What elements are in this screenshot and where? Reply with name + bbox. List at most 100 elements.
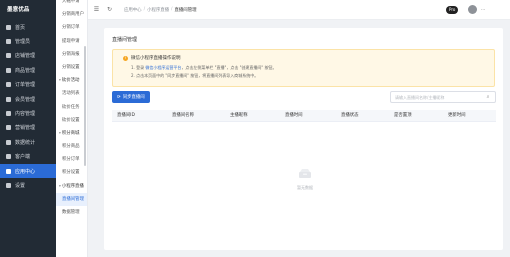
nav-item[interactable]: 商品管理 <box>0 63 56 77</box>
member-icon <box>6 96 11 102</box>
page-title: 直播间管理 <box>112 37 138 43</box>
breadcrumb-separator: / <box>143 7 146 12</box>
empty-text: 暂无数据 <box>297 185 313 190</box>
nav-item[interactable]: 应用中心 <box>0 163 56 179</box>
submenu-group[interactable]: ▾积分商城 <box>56 127 87 140</box>
notice-line-1: 1. 登录 微信小程序运营平台，点击左侧菜单栏 "直播"，点击 "创建直播间" … <box>131 65 277 70</box>
submenu: 大転申请 分销商用户 分销订单 提现申请 分销海报 分销设置 ▾砍价活动 活动列表 砍价任务 砍价… <box>56 0 88 257</box>
nav-item-label: 商品管理 <box>15 67 36 74</box>
nav-item-label: 首页 <box>15 24 26 31</box>
submenu-group[interactable]: ▾砍价活动 <box>56 74 87 87</box>
username[interactable]: ... <box>481 6 485 14</box>
user-icon <box>6 39 11 45</box>
avatar[interactable] <box>468 5 477 14</box>
chevron-down-icon: ▾ <box>59 183 61 188</box>
nav-item-label: 数据统计 <box>15 139 36 146</box>
search-box: ⌕ <box>390 91 496 103</box>
submenu-item[interactable]: 提现申请 <box>56 35 87 48</box>
search-icon[interactable]: ⌕ <box>483 94 493 100</box>
submenu-group[interactable]: ▾小程序直播 <box>56 180 87 193</box>
submenu-label: 砍价任务 <box>62 104 80 110</box>
nav-item[interactable]: 营销管理 <box>0 121 56 135</box>
nav-item-label: 内容管理 <box>15 111 36 118</box>
breadcrumb-current: 直播间管理 <box>174 7 197 13</box>
submenu-label: 积分订单 <box>62 157 80 163</box>
submenu-item[interactable]: 砍价任务 <box>56 101 87 114</box>
sync-live-rooms-button[interactable]: ⟳ 同步直播间 <box>112 91 150 103</box>
submenu-item[interactable]: 积分订单 <box>56 153 87 166</box>
marketing-icon <box>6 125 11 131</box>
submenu-label: 大転申请 <box>62 0 80 4</box>
search-input[interactable] <box>391 92 483 102</box>
nav-item[interactable]: 数据统计 <box>0 135 56 149</box>
empty-box-icon <box>299 169 311 178</box>
nav-item[interactable]: 内容管理 <box>0 106 56 120</box>
nav-item-label: 营销管理 <box>15 125 36 132</box>
notice-box: ! 微信小程序直播操作说明 1. 登录 微信小程序运营平台，点击左侧菜单栏 "直… <box>112 49 495 87</box>
nav-item[interactable]: 首页 <box>0 20 56 34</box>
nav-item-label: 管理员 <box>15 39 31 46</box>
column-header: 直播间ID <box>117 113 135 118</box>
submenu-item[interactable]: 分销订单 <box>56 21 87 34</box>
chevron-down-icon: ▾ <box>59 78 61 83</box>
submenu-item[interactable]: 分销设置 <box>56 61 87 74</box>
nav-item[interactable]: 店铺管理 <box>0 49 56 63</box>
top-header: ☰ ↻ 应用中心 / 小程序直播 / 直播间管理 Pro ... <box>88 0 510 20</box>
submenu-label: 砍价活动 <box>61 78 80 84</box>
submenu-item[interactable]: 直播间管理 <box>56 192 87 206</box>
submenu-item[interactable]: 积分商品 <box>56 140 87 153</box>
submenu-item[interactable]: 砍价设置 <box>56 114 87 127</box>
stats-icon <box>6 139 11 145</box>
table-header: 直播间ID 直播间名称 主播昵称 直播时间 直播状态 是否置顶 更新时间 <box>112 110 496 122</box>
nav-item[interactable]: 订单管理 <box>0 78 56 92</box>
submenu-item[interactable]: 积分设置 <box>56 166 87 179</box>
home-icon <box>6 24 11 30</box>
breadcrumb-item[interactable]: 应用中心 <box>124 7 142 13</box>
column-header: 更新时间 <box>448 113 466 118</box>
shop-icon <box>6 53 11 59</box>
main-nav: 首页管理员店铺管理商品管理订单管理会员管理内容管理营销管理数据统计客户端应用中心… <box>0 20 56 193</box>
submenu-label: 活动列表 <box>62 91 80 97</box>
nav-item[interactable]: 设置 <box>0 178 56 192</box>
nav-item-label: 订单管理 <box>15 82 36 89</box>
breadcrumb-separator: / <box>171 7 173 12</box>
submenu-label: 分销商用户 <box>62 12 84 18</box>
submenu-item[interactable]: 活动列表 <box>56 87 87 100</box>
sync-button-label: 同步直播间 <box>122 95 145 100</box>
apps-icon <box>6 168 11 174</box>
order-icon <box>6 82 11 88</box>
submenu-label: 分销订单 <box>62 25 80 31</box>
submenu-label: 小程序直播 <box>61 183 84 189</box>
nav-item-label: 店铺管理 <box>15 53 36 60</box>
notice-title: 微信小程序直播操作说明 <box>131 56 181 61</box>
submenu-scrollbar[interactable] <box>84 46 86 166</box>
breadcrumb-item[interactable]: 小程序直播 <box>147 7 169 13</box>
refresh-icon[interactable]: ↻ <box>105 5 114 14</box>
sync-icon: ⟳ <box>117 94 121 100</box>
menu-toggle-icon[interactable]: ☰ <box>92 5 101 14</box>
submenu-label: 数据管理 <box>62 210 80 215</box>
submenu-item[interactable]: 分销海报 <box>56 48 87 61</box>
pro-badge: Pro <box>446 6 459 14</box>
submenu-item[interactable]: 分销商用户 <box>56 8 87 21</box>
notice-line-2: 2. 点击本页面中的 "同步直播间" 按钮，将直播间列表导入商城系统中。 <box>131 73 259 78</box>
chevron-down-icon: ▾ <box>59 130 61 135</box>
content-card: 直播间管理 ! 微信小程序直播操作说明 1. 登录 微信小程序运营平台，点击左侧… <box>104 28 503 250</box>
gear-icon <box>6 182 11 188</box>
nav-item[interactable]: 管理员 <box>0 34 56 48</box>
nav-item[interactable]: 客户端 <box>0 150 56 164</box>
mp-platform-link[interactable]: 微信小程序运营平台 <box>145 65 181 70</box>
column-header: 直播间名称 <box>172 113 194 118</box>
submenu-item[interactable]: 数据管理 <box>56 206 87 219</box>
submenu-label: 积分设置 <box>62 170 80 176</box>
client-icon <box>6 154 11 160</box>
brand-logo: 墨意优品 <box>7 7 30 13</box>
breadcrumb: 应用中心 / 小程序直播 / 直播间管理 <box>124 7 196 13</box>
nav-item-label: 应用中心 <box>15 168 36 175</box>
content-icon <box>6 111 11 117</box>
column-header: 直播时间 <box>285 113 303 118</box>
submenu-item[interactable]: 大転申请 <box>56 0 87 8</box>
submenu-label: 直播间管理 <box>62 196 84 202</box>
submenu-label: 提现申请 <box>62 38 80 44</box>
nav-item[interactable]: 会员管理 <box>0 92 56 106</box>
